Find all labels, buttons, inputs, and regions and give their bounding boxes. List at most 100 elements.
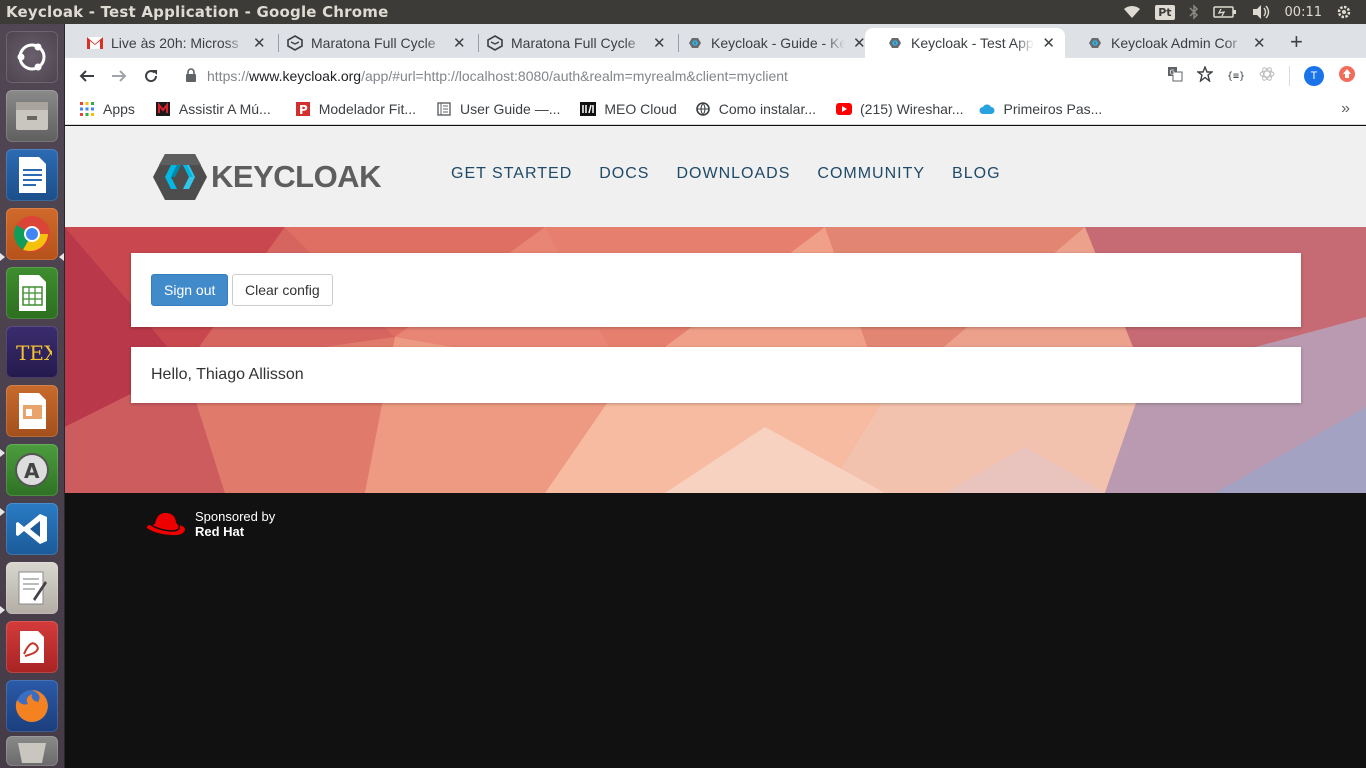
libreoffice-writer-icon[interactable] (6, 149, 58, 201)
bookmark-wireshark-youtube[interactable]: (215) Wireshar... (836, 101, 963, 117)
document-viewer-icon[interactable] (6, 621, 58, 673)
sponsor-name: Red Hat (195, 524, 245, 539)
clear-config-button[interactable]: Clear config (232, 274, 333, 306)
close-icon[interactable]: ✕ (853, 34, 866, 52)
meo-icon (580, 101, 597, 117)
bookmark-como-instalar[interactable]: Como instalar... (695, 101, 816, 117)
close-icon[interactable]: ✕ (1253, 34, 1266, 52)
svg-text:G: G (1169, 68, 1174, 76)
bookmark-meo-cloud[interactable]: MEO Cloud (580, 101, 677, 117)
close-icon[interactable]: ✕ (253, 34, 266, 52)
running-indicator (0, 508, 5, 516)
ubuntu-dash-icon[interactable] (6, 31, 58, 83)
files-icon[interactable] (6, 90, 58, 142)
bookmarks-overflow-button[interactable]: » (1341, 100, 1350, 118)
unity-launcher: TEX A (0, 24, 65, 768)
bookmark-assistir[interactable]: Assistir A Mú... (155, 101, 271, 117)
wifi-icon[interactable] (1123, 5, 1141, 19)
running-indicator (0, 253, 5, 261)
url-scheme: https:// (207, 68, 250, 84)
bookmark-apps[interactable]: Apps (79, 101, 135, 117)
tab-keycloak-guide[interactable]: Keycloak - Guide - Ke ✕ (665, 28, 876, 58)
svg-text:A: A (24, 459, 40, 483)
chrome-icon[interactable] (6, 208, 58, 260)
nav-downloads[interactable]: DOWNLOADS (676, 165, 790, 183)
tab-maratona-1[interactable]: Maratona Full Cycle ✕ (265, 28, 476, 58)
texmaker-icon[interactable]: TEX (6, 326, 58, 378)
close-icon[interactable]: ✕ (1042, 34, 1055, 52)
browser-toolbar: https://www.keycloak.org/app/#url=http:/… (65, 58, 1366, 94)
indicator-area: Pt 00:11 (1123, 4, 1366, 20)
bookmark-primeiros-passos[interactable]: Primeiros Pas... (979, 101, 1102, 117)
sponsored-by-label: Sponsored by (195, 509, 276, 524)
bookmarks-bar: Apps Assistir A Mú... P Modelador Fit...… (65, 94, 1366, 125)
running-indicator (0, 606, 5, 614)
site-nav: GET STARTED DOCS DOWNLOADS COMMUNITY BLO… (451, 165, 1001, 183)
vscode-icon[interactable] (6, 503, 58, 555)
nav-get-started[interactable]: GET STARTED (451, 165, 572, 183)
new-tab-button[interactable]: + (1290, 29, 1303, 55)
text-editor-icon[interactable] (6, 562, 58, 614)
bookmark-user-guide[interactable]: User Guide —... (436, 101, 560, 117)
bluetooth-icon[interactable] (1189, 4, 1199, 20)
nav-community[interactable]: COMMUNITY (817, 165, 925, 183)
keycloak-icon (687, 35, 703, 51)
toolbar-divider (1289, 66, 1290, 86)
bookmark-modelador[interactable]: P Modelador Fit... (295, 101, 416, 117)
extension-icon[interactable] (1338, 65, 1356, 88)
red-hat-logo-icon (146, 512, 185, 536)
greeting-text: Hello, Thiago Allisson (151, 366, 304, 383)
system-gear-icon[interactable] (1336, 4, 1352, 20)
youtube-icon (836, 101, 852, 117)
tab-strip: Live às 20h: Micross ✕ Maratona Full Cyc… (65, 24, 1366, 58)
address-bar[interactable]: https://www.keycloak.org/app/#url=http:/… (175, 61, 1275, 91)
tab-gmail-live[interactable]: Live às 20h: Micross ✕ (65, 28, 276, 58)
globe-icon (695, 101, 711, 117)
libreoffice-calc-icon[interactable] (6, 267, 58, 319)
keyboard-language-indicator[interactable]: Pt (1155, 4, 1175, 20)
back-button[interactable] (71, 60, 103, 92)
bookmark-star-icon[interactable] (1195, 64, 1215, 87)
window-title: Keycloak - Test Application - Google Chr… (6, 3, 389, 21)
gmail-icon (87, 35, 103, 51)
svg-text:P: P (299, 103, 308, 116)
maratona-icon (287, 35, 303, 51)
tab-keycloak-admin[interactable]: Keycloak Admin Cor ✕ (1065, 28, 1276, 58)
p-icon: P (295, 101, 311, 117)
forward-button[interactable] (103, 60, 135, 92)
firefox-icon[interactable] (6, 680, 58, 732)
clock[interactable]: 00:11 (1285, 5, 1322, 20)
profile-avatar[interactable]: T (1304, 66, 1324, 86)
software-updater-icon[interactable]: A (6, 444, 58, 496)
url-path: /app/#url=http://localhost:8080/auth&rea… (361, 68, 788, 84)
page-viewport: KEYCLOAK GET STARTED DOCS DOWNLOADS COMM… (65, 126, 1366, 768)
react-devtools-extension-icon[interactable] (1259, 66, 1275, 87)
system-top-panel: Keycloak - Test Application - Google Chr… (0, 0, 1366, 24)
libreoffice-impress-icon[interactable] (6, 385, 58, 437)
tab-maratona-2[interactable]: Maratona Full Cycle ✕ (465, 28, 676, 58)
lock-icon[interactable] (185, 67, 197, 85)
sponsor-red-hat[interactable]: Sponsored by Red Hat (145, 508, 275, 540)
close-icon[interactable]: ✕ (453, 34, 466, 52)
close-icon[interactable]: ✕ (653, 34, 666, 52)
volume-icon[interactable] (1251, 4, 1271, 20)
music-icon (155, 101, 171, 117)
keycloak-logo[interactable]: KEYCLOAK (151, 152, 381, 202)
hero-background: Sign out Clear config Hello, Thiago Alli… (65, 227, 1366, 493)
translate-icon[interactable]: G (1167, 66, 1183, 87)
battery-icon[interactable] (1212, 5, 1237, 19)
greeting-card: Hello, Thiago Allisson (131, 347, 1301, 403)
site-footer: Sponsored by Red Hat (65, 493, 1366, 768)
reload-button[interactable] (135, 60, 167, 92)
nav-blog[interactable]: BLOG (952, 165, 1000, 183)
json-viewer-extension-icon[interactable]: {≡} (1227, 71, 1245, 82)
site-header: KEYCLOAK GET STARTED DOCS DOWNLOADS COMM… (65, 126, 1366, 227)
apps-grid-icon (79, 101, 95, 117)
focused-indicator (59, 253, 64, 261)
trash-icon[interactable] (6, 736, 58, 766)
keycloak-icon (1087, 35, 1103, 51)
running-indicator (0, 449, 5, 457)
tab-keycloak-test-app[interactable]: Keycloak - Test Appl ✕ (865, 28, 1065, 58)
sign-out-button[interactable]: Sign out (151, 274, 229, 306)
nav-docs[interactable]: DOCS (599, 165, 649, 183)
